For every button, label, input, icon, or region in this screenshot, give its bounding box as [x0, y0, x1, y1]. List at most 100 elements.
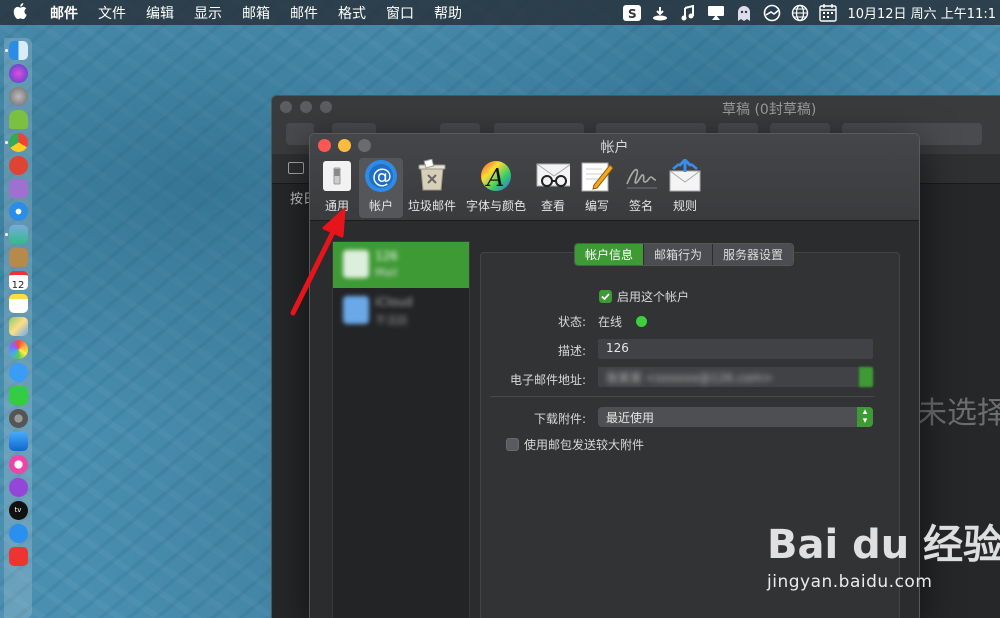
- segment-account-info[interactable]: 帐户信息: [575, 244, 645, 265]
- network-icon[interactable]: [763, 4, 781, 22]
- svg-text:A: A: [485, 164, 504, 192]
- tab-accounts-label: 帐户: [368, 199, 393, 213]
- dock-finder-icon[interactable]: [4, 41, 28, 60]
- dock-system-prefs-icon[interactable]: [8, 409, 28, 428]
- mail-window-title: 草稿 (0封草稿): [722, 102, 817, 118]
- dock-appletv-icon[interactable]: tv: [8, 501, 28, 520]
- music-icon[interactable]: [679, 4, 697, 22]
- svg-text:@: @: [372, 164, 392, 188]
- switch-icon: [320, 159, 354, 193]
- dock-podcasts-icon[interactable]: [8, 478, 28, 497]
- signature-icon: [624, 159, 658, 193]
- tab-signatures[interactable]: 签名: [619, 158, 663, 218]
- maildrop-label: 使用邮包发送较大附件: [524, 438, 645, 452]
- menu-mail-app[interactable]: 邮件: [40, 3, 88, 23]
- tab-viewing[interactable]: 查看: [531, 158, 575, 218]
- description-label: 描述:: [557, 344, 586, 358]
- maildrop-checkbox[interactable]: [506, 438, 519, 451]
- glasses-icon: [536, 159, 571, 193]
- preferences-tabs: 通用 @ 帐户 垃圾邮件 A 字体与颜色 查看 编写 签名 规则: [315, 158, 707, 218]
- status-label: 状态:: [557, 315, 586, 329]
- dock-gray-app-icon[interactable]: [8, 179, 28, 198]
- pencil-icon: [580, 159, 614, 193]
- dock-red-app-icon[interactable]: [8, 156, 28, 175]
- ghost-icon[interactable]: [735, 4, 753, 22]
- dock-calendar-day: 12: [11, 280, 25, 291]
- email-address-value: 张某某 <xxxxxx@126.com>: [606, 371, 773, 385]
- tab-composing[interactable]: 编写: [575, 158, 619, 218]
- tab-fonts-colors[interactable]: A 字体与颜色: [461, 158, 531, 218]
- dock-itunes-icon[interactable]: [8, 455, 28, 474]
- download-attachments-label: 下载附件:: [533, 412, 586, 426]
- segment-mailbox-behaviors[interactable]: 邮箱行为: [644, 244, 714, 265]
- dock-maps-icon[interactable]: [8, 317, 28, 336]
- trash-icon: [415, 159, 449, 193]
- enable-account-checkbox[interactable]: [599, 290, 612, 303]
- download-attachments-select[interactable]: 最近使用 ▴ ▾: [598, 407, 873, 427]
- menu-file[interactable]: 文件: [88, 3, 136, 23]
- dock-notes-brown-icon[interactable]: [8, 248, 28, 267]
- account-sub: 不活跃: [375, 314, 408, 327]
- email-select-arrow-icon: [859, 367, 873, 387]
- status-online-dot: [635, 316, 647, 327]
- globe-icon[interactable]: [791, 4, 809, 22]
- menu-window[interactable]: 窗口: [376, 3, 424, 23]
- apple-menu-icon[interactable]: [0, 2, 40, 23]
- segment-server-settings[interactable]: 服务器设置: [713, 244, 794, 265]
- enable-account-row: 启用这个帐户: [599, 288, 689, 305]
- no-selection-text: 未选择: [917, 396, 1000, 431]
- description-field[interactable]: 126: [598, 339, 873, 359]
- tab-rules-label: 规则: [673, 199, 698, 213]
- email-address-select[interactable]: 张某某 <xxxxxx@126.com>: [598, 367, 873, 387]
- account-sub: Mail: [375, 266, 398, 279]
- dock-photos-icon[interactable]: [8, 340, 28, 359]
- menu-message[interactable]: 邮件: [280, 3, 328, 23]
- calendar-icon[interactable]: [819, 3, 838, 22]
- account-name: iCloud: [375, 295, 413, 309]
- dock-notes-icon[interactable]: [8, 294, 28, 313]
- dock-preview-icon[interactable]: [4, 225, 28, 244]
- download-attachments-value: 最近使用: [606, 411, 655, 425]
- dock-appstore-icon[interactable]: [8, 524, 28, 543]
- tab-rules[interactable]: 规则: [663, 158, 707, 218]
- watermark-url: jingyan.baidu.com: [767, 572, 933, 592]
- menu-format[interactable]: 格式: [328, 3, 376, 23]
- dock-chrome-icon[interactable]: [4, 133, 28, 152]
- dock-android-icon[interactable]: [8, 110, 28, 129]
- zoom-button-inactive[interactable]: [320, 101, 332, 113]
- font-color-icon: A: [479, 159, 513, 193]
- menubar-clock[interactable]: 10月12日 周六 上午11:1: [847, 3, 996, 22]
- sogou-icon[interactable]: S: [623, 4, 642, 22]
- menu-view[interactable]: 显示: [184, 3, 232, 23]
- dock-siri-icon[interactable]: [8, 64, 28, 83]
- tab-junk-mail[interactable]: 垃圾邮件: [403, 158, 461, 218]
- account-icon: [343, 250, 369, 278]
- status-value: 在线: [598, 315, 623, 329]
- minimize-button-inactive[interactable]: [300, 101, 312, 113]
- account-segmented-control: 帐户信息 邮箱行为 服务器设置: [574, 243, 795, 266]
- dock-vivaldi-icon[interactable]: [8, 547, 28, 566]
- dock-messages-icon[interactable]: [8, 363, 28, 382]
- account-name: 126: [375, 249, 398, 263]
- download-icon[interactable]: [651, 4, 669, 22]
- dock-calendar-icon[interactable]: 12: [8, 271, 28, 291]
- dock-safari-icon[interactable]: [8, 202, 28, 221]
- tab-general[interactable]: 通用: [315, 158, 359, 218]
- menu-mailbox[interactable]: 邮箱: [232, 3, 280, 23]
- sidebar-toggle-icon[interactable]: [288, 162, 304, 174]
- tab-junk-mail-label: 垃圾邮件: [408, 199, 457, 213]
- watermark-logo: Bai du 经验: [767, 522, 1000, 568]
- dock-keynote-icon[interactable]: [8, 432, 28, 451]
- status-row: 在线: [598, 313, 647, 330]
- account-item-icloud[interactable]: iCloud 不活跃: [333, 288, 469, 334]
- dock-facetime-icon[interactable]: [8, 386, 28, 405]
- menu-help[interactable]: 帮助: [424, 3, 472, 23]
- airplay-icon[interactable]: [707, 4, 725, 22]
- close-button-inactive[interactable]: [280, 101, 292, 113]
- dock-launchpad-icon[interactable]: [8, 87, 28, 106]
- tab-accounts[interactable]: @ 帐户: [359, 158, 403, 218]
- tab-signatures-label: 签名: [629, 199, 654, 213]
- icloud-icon: [343, 296, 369, 324]
- account-item-126[interactable]: 126 Mail: [333, 242, 469, 288]
- menu-edit[interactable]: 编辑: [136, 3, 184, 23]
